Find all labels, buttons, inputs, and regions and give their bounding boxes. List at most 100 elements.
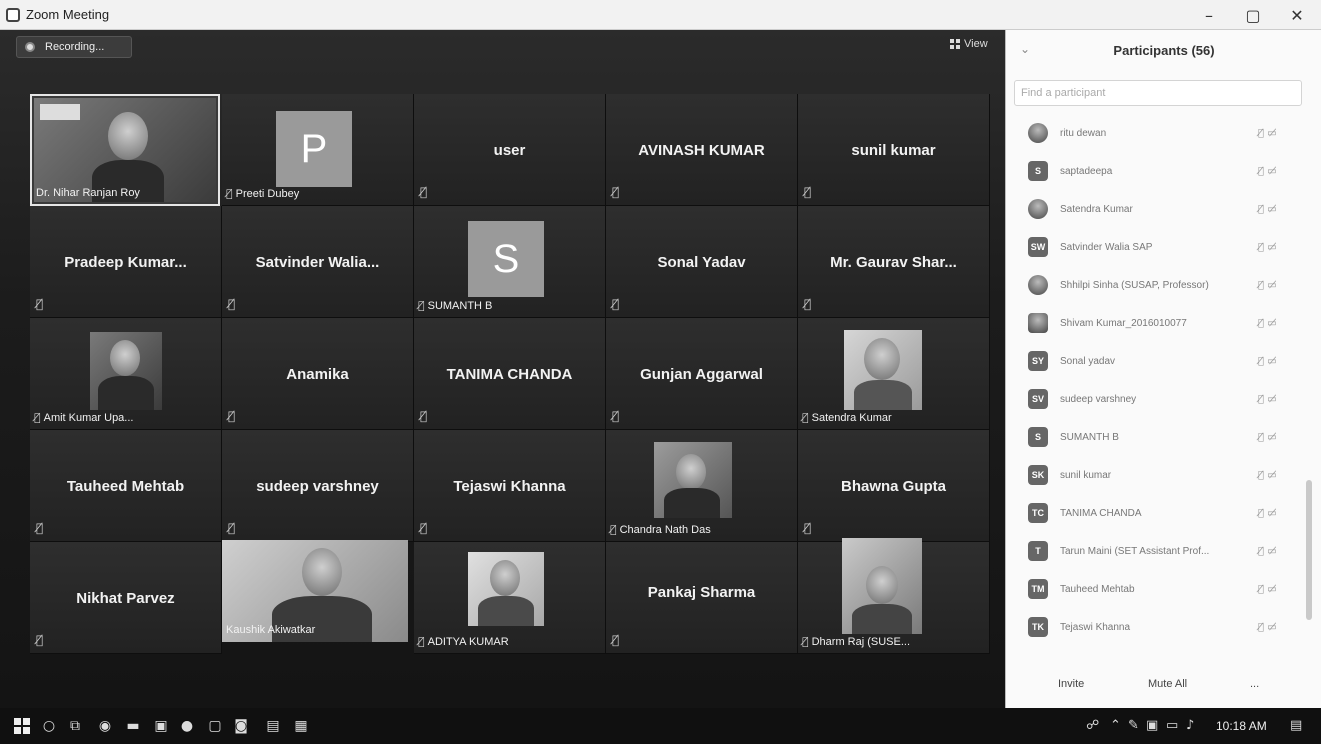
maximize-button[interactable]: ▢ <box>1231 0 1275 30</box>
task-view-icon[interactable]: ⧉ <box>66 717 84 735</box>
muted-mic-icon: 🎙̸ <box>612 409 620 423</box>
participant-row[interactable]: Satendra Kumar 🎙̸ ▭̸ <box>1006 190 1306 228</box>
muted-mic-icon: 🎙̸ <box>228 521 236 535</box>
video-tile[interactable]: AVINASH KUMAR 🎙̸ <box>606 94 798 206</box>
participant-row[interactable]: TK Tejaswi Khanna 🎙̸ ▭̸ <box>1006 608 1306 646</box>
display-icon[interactable]: ▭ <box>1166 718 1178 733</box>
participant-name: Pradeep Kumar... <box>64 254 187 271</box>
video-tile[interactable]: Tauheed Mehtab 🎙̸ <box>30 430 222 542</box>
participant-row[interactable]: TC TANIMA CHANDA 🎙̸ ▭̸ <box>1006 494 1306 532</box>
video-tile[interactable]: Anamika 🎙̸ <box>222 318 414 430</box>
invite-button[interactable]: Invite <box>1058 678 1084 690</box>
tray-app-icon[interactable]: ▣ <box>1146 718 1158 733</box>
more-options-button[interactable]: ... <box>1250 678 1259 690</box>
minimize-button[interactable]: – <box>1187 0 1231 30</box>
zoom-taskbar-icon[interactable]: ▢ <box>206 717 224 735</box>
participant-row[interactable]: S SUMANTH B 🎙̸ ▭̸ <box>1006 418 1306 456</box>
participant-name: ritu dewan <box>1060 127 1107 139</box>
participant-name: Bhawna Gupta <box>840 478 946 495</box>
participant-name: Satvinder Walia... <box>255 254 380 271</box>
participant-name-tag: 🎙̸ Satendra Kumar <box>802 411 892 424</box>
search-circle-icon[interactable]: ○ <box>40 717 58 735</box>
face <box>676 454 706 490</box>
body <box>854 380 912 410</box>
store-icon[interactable]: ▣ <box>152 717 170 735</box>
notifications-icon[interactable]: ▤ <box>1290 718 1302 733</box>
participant-row[interactable]: Shivam Kumar_2016010077 🎙̸ ▭̸ <box>1006 304 1306 342</box>
record-icon <box>25 42 35 52</box>
participant-row[interactable]: SY Sonal yadav 🎙̸ ▭̸ <box>1006 342 1306 380</box>
participant-row[interactable]: Shhilpi Sinha (SUSAP, Professor) 🎙̸ ▭̸ <box>1006 266 1306 304</box>
muted-mic-icon: 🎙̸ <box>418 635 425 648</box>
windows-taskbar: ○ ⧉ ◉ ▬ ▣ ● ▢ ◙ ▤ ▦ ☍ ⌃ ✎ ▣ ▭ ♪ 10:18 AM… <box>0 708 1321 744</box>
participant-name: Pankaj Sharma <box>647 584 756 601</box>
face <box>490 560 520 596</box>
mic-video-status-icons: 🎙̸ ▭̸ <box>1258 203 1277 215</box>
participant-row[interactable]: SV sudeep varshney 🎙̸ ▭̸ <box>1006 380 1306 418</box>
zoom-taskbar-icon-2[interactable]: ◙ <box>232 717 250 735</box>
participant-search-input[interactable]: Find a participant <box>1014 80 1302 106</box>
video-tile[interactable]: Dr. Nihar Ranjan Roy <box>30 94 220 206</box>
avatar <box>1028 313 1048 333</box>
video-tile[interactable]: Sonal Yadav 🎙̸ <box>606 206 798 318</box>
mute-all-button[interactable]: Mute All <box>1148 678 1187 690</box>
avatar: S <box>1028 427 1048 447</box>
volume-icon[interactable]: ♪ <box>1186 718 1194 733</box>
participant-row[interactable]: S saptadeepa 🎙̸ ▭̸ <box>1006 152 1306 190</box>
muted-mic-icon: 🎙̸ <box>804 297 812 311</box>
participant-name-tag: 🎙̸ SUMANTH B <box>418 299 493 312</box>
view-button[interactable]: View <box>950 38 988 50</box>
participants-scrollbar[interactable] <box>1306 480 1312 620</box>
participant-row[interactable]: TM Tauheed Mehtab 🎙̸ ▭̸ <box>1006 570 1306 608</box>
chrome-icon[interactable]: ● <box>178 717 196 735</box>
muted-mic-icon: 🎙̸ <box>34 411 41 424</box>
video-tile[interactable]: P 🎙̸ Preeti Dubey <box>222 94 414 206</box>
network-icon[interactable]: ✎ <box>1128 718 1139 733</box>
participant-name: SUMANTH B <box>1060 431 1119 443</box>
participant-name: sudeep varshney <box>256 478 379 495</box>
mic-video-status-icons: 🎙̸ ▭̸ <box>1258 165 1277 177</box>
video-tile[interactable]: 🎙̸ Satendra Kumar <box>798 318 990 430</box>
video-tile[interactable]: 🎙̸ ADITYA KUMAR <box>414 542 606 654</box>
taskbar-clock[interactable]: 10:18 AM <box>1216 719 1267 733</box>
face <box>110 340 140 376</box>
participant-name: TANIMA CHANDA <box>1060 507 1142 519</box>
face <box>108 112 148 160</box>
windows-start-icon[interactable] <box>14 718 30 734</box>
video-tile[interactable]: Pankaj Sharma 🎙̸ <box>606 542 798 654</box>
muted-mic-icon: 🎙̸ <box>36 297 44 311</box>
chevron-up-icon[interactable]: ⌃ <box>1110 718 1121 733</box>
people-icon[interactable]: ☍ <box>1086 718 1099 733</box>
body <box>478 596 534 626</box>
video-tile[interactable]: user 🎙̸ <box>414 94 606 206</box>
video-tile[interactable]: Mr. Gaurav Shar... 🎙̸ <box>798 206 990 318</box>
mic-video-status-icons: 🎙̸ ▭̸ <box>1258 393 1277 405</box>
video-tile[interactable]: Tejaswi Khanna 🎙̸ <box>414 430 606 542</box>
video-tile[interactable]: Bhawna Gupta 🎙̸ <box>798 430 990 542</box>
video-tile[interactable]: Kaushik Akiwatkar <box>222 540 408 642</box>
participant-row[interactable]: ritu dewan 🎙̸ ▭̸ <box>1006 114 1306 152</box>
close-button[interactable]: ✕ <box>1275 0 1319 30</box>
video-tile[interactable]: TANIMA CHANDA 🎙̸ <box>414 318 606 430</box>
browser-icon[interactable]: ◉ <box>96 717 114 735</box>
participants-panel: ⌄ Participants (56) Find a participant r… <box>1005 30 1321 708</box>
video-tile[interactable]: Pradeep Kumar... 🎙̸ <box>30 206 222 318</box>
video-tile[interactable]: Gunjan Aggarwal 🎙̸ <box>606 318 798 430</box>
video-tile[interactable]: sunil kumar 🎙̸ <box>798 94 990 206</box>
participant-row[interactable]: SK sunil kumar 🎙̸ ▭̸ <box>1006 456 1306 494</box>
muted-mic-icon: 🎙̸ <box>420 521 428 535</box>
video-tile[interactable]: Nikhat Parvez 🎙̸ <box>30 542 222 654</box>
app-icon[interactable]: ▤ <box>264 717 282 735</box>
word-icon[interactable]: ▦ <box>292 717 310 735</box>
muted-mic-icon: 🎙̸ <box>36 633 44 647</box>
file-explorer-icon[interactable]: ▬ <box>124 717 142 735</box>
video-tile[interactable]: Satvinder Walia... 🎙̸ <box>222 206 414 318</box>
video-tile[interactable]: 🎙̸ Dharm Raj (SUSE... <box>798 538 990 654</box>
recording-indicator[interactable]: Recording... <box>16 36 132 58</box>
participant-row[interactable]: SW Satvinder Walia SAP 🎙̸ ▭̸ <box>1006 228 1306 266</box>
video-tile[interactable]: S 🎙̸ SUMANTH B <box>414 206 606 318</box>
video-tile[interactable]: 🎙̸ Chandra Nath Das <box>606 430 798 542</box>
participant-row[interactable]: T Tarun Maini (SET Assistant Prof... 🎙̸ … <box>1006 532 1306 570</box>
video-tile[interactable]: sudeep varshney 🎙̸ <box>222 430 414 542</box>
video-tile[interactable]: 🎙̸ Amit Kumar Upa... <box>30 318 222 430</box>
